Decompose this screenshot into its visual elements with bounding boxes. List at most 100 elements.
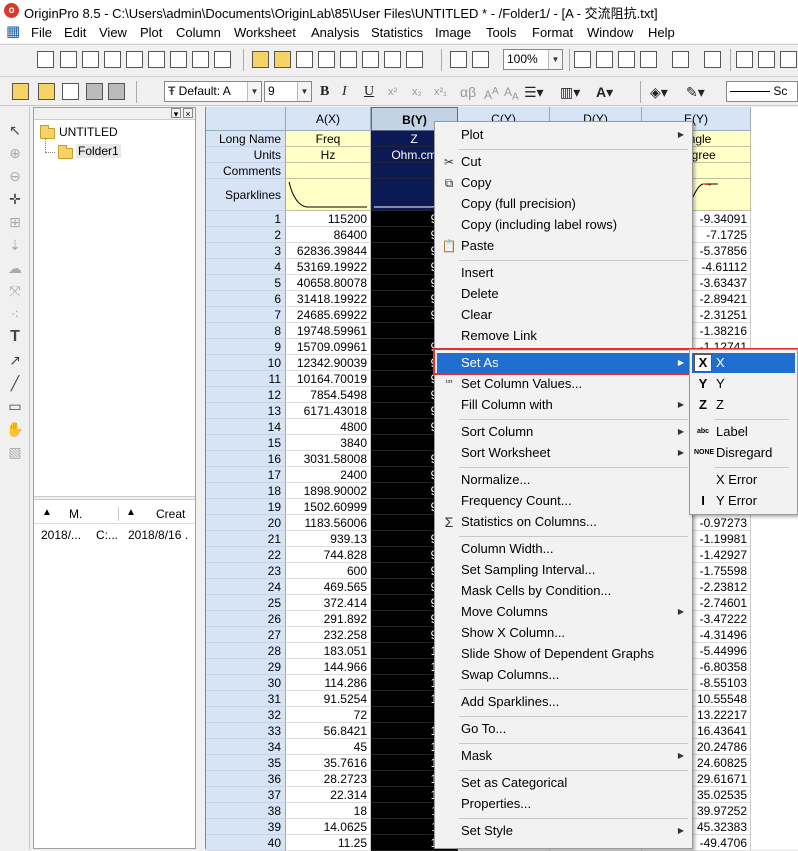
- menu-item-cut[interactable]: ✂ Cut: [437, 152, 690, 172]
- supsubscript-icon[interactable]: x²₁: [434, 83, 447, 101]
- cell-a[interactable]: 1502.60999: [286, 499, 371, 515]
- font-color-icon[interactable]: A▾: [596, 83, 613, 101]
- fill-color-icon[interactable]: ◈▾: [650, 83, 668, 101]
- data-reader-icon[interactable]: [12, 83, 29, 100]
- row-number[interactable]: 19: [206, 499, 286, 515]
- new-layout-icon[interactable]: [148, 51, 165, 68]
- menu-item-sort-worksheet[interactable]: Sort Worksheet ▶: [437, 443, 690, 463]
- label-row-header[interactable]: Sparklines: [206, 179, 286, 211]
- set-as-z[interactable]: ZZ: [692, 395, 795, 415]
- set-as-disregard[interactable]: NONE Disregard: [692, 443, 795, 463]
- row-number[interactable]: 31: [206, 691, 286, 707]
- line-style-select[interactable]: Sc: [726, 81, 798, 102]
- menu-view[interactable]: View: [99, 25, 127, 40]
- row-number[interactable]: 10: [206, 355, 286, 371]
- row-number[interactable]: 16: [206, 451, 286, 467]
- row-number[interactable]: 26: [206, 611, 286, 627]
- menu-item-statistics-on-columns[interactable]: Σ Statistics on Columns...: [437, 512, 690, 532]
- arrow-tool-icon[interactable]: ↗: [6, 351, 24, 369]
- hand-tool-icon[interactable]: ✋: [6, 420, 24, 438]
- code-builder-icon[interactable]: [736, 51, 753, 68]
- cell-a[interactable]: 1183.56006: [286, 515, 371, 531]
- region-icon[interactable]: ⤧: [6, 282, 24, 300]
- cell-a[interactable]: 24685.69922: [286, 307, 371, 323]
- mask-tool-icon[interactable]: [108, 83, 125, 100]
- row-number[interactable]: 18: [206, 483, 286, 499]
- increase-font-icon[interactable]: AA: [484, 83, 499, 104]
- row-number[interactable]: 13: [206, 403, 286, 419]
- cell-a[interactable]: 744.828: [286, 547, 371, 563]
- menu-item-move-columns[interactable]: Move Columns ▶: [437, 602, 690, 622]
- folder1-node[interactable]: Folder1: [76, 144, 121, 158]
- row-number[interactable]: 22: [206, 547, 286, 563]
- cell-a[interactable]: 15709.09961: [286, 339, 371, 355]
- menu-window[interactable]: Window: [587, 25, 633, 40]
- menu-item-paste[interactable]: 📋 Paste: [437, 236, 690, 256]
- marker-tool-icon[interactable]: [86, 83, 103, 100]
- row-number[interactable]: 15: [206, 435, 286, 451]
- row-number[interactable]: 6: [206, 291, 286, 307]
- row-number[interactable]: 23: [206, 563, 286, 579]
- row-number[interactable]: 21: [206, 531, 286, 547]
- menu-image[interactable]: Image: [435, 25, 471, 40]
- row-number[interactable]: 5: [206, 275, 286, 291]
- column-header[interactable]: A(X): [286, 107, 371, 131]
- row-number[interactable]: 30: [206, 675, 286, 691]
- cell-a[interactable]: 35.7616: [286, 755, 371, 771]
- zoom-in-icon[interactable]: ⊕: [6, 144, 24, 162]
- label-row-header[interactable]: Units: [206, 147, 286, 163]
- row-number[interactable]: 8: [206, 323, 286, 339]
- menu-item-show-x-column[interactable]: Show X Column...: [437, 623, 690, 643]
- duplicate-icon[interactable]: [472, 51, 489, 68]
- menu-item-frequency-count[interactable]: Frequency Count...: [437, 491, 690, 511]
- row-number[interactable]: 1: [206, 211, 286, 227]
- menu-analysis[interactable]: Analysis: [311, 25, 359, 40]
- recalculate-icon[interactable]: [450, 51, 467, 68]
- row-number[interactable]: 25: [206, 595, 286, 611]
- pattern-icon[interactable]: ▥▾: [560, 83, 580, 101]
- more-tools-icon[interactable]: [780, 51, 797, 68]
- open-template-icon[interactable]: [274, 51, 291, 68]
- worksheet-corner[interactable]: [206, 107, 286, 131]
- menu-item-clear[interactable]: Clear: [437, 305, 690, 325]
- bold-button[interactable]: B: [320, 83, 329, 101]
- cell-a[interactable]: 12342.90039: [286, 355, 371, 371]
- menu-item-sort-column[interactable]: Sort Column ▶: [437, 422, 690, 442]
- menu-column[interactable]: Column: [176, 25, 221, 40]
- save-template-icon[interactable]: [318, 51, 335, 68]
- label-cell[interactable]: Hz: [286, 147, 371, 163]
- new-project-icon[interactable]: [37, 51, 54, 68]
- cell-a[interactable]: 31418.19922: [286, 291, 371, 307]
- import-multiple-icon[interactable]: [384, 51, 401, 68]
- cell-a[interactable]: 232.258: [286, 627, 371, 643]
- row-number[interactable]: 33: [206, 723, 286, 739]
- pointer-icon[interactable]: ↖: [6, 121, 24, 139]
- line-color-icon[interactable]: ✎▾: [686, 83, 705, 101]
- menu-worksheet[interactable]: Worksheet: [234, 25, 296, 40]
- menu-statistics[interactable]: Statistics: [371, 25, 423, 40]
- cell-a[interactable]: 28.2723: [286, 771, 371, 787]
- menu-item-fill-column-with[interactable]: Fill Column with ▶: [437, 395, 690, 415]
- cell-a[interactable]: 3840: [286, 435, 371, 451]
- subscript-icon[interactable]: x₂: [412, 83, 422, 101]
- row-number[interactable]: 17: [206, 467, 286, 483]
- cell-a[interactable]: 91.5254: [286, 691, 371, 707]
- label-cell[interactable]: [286, 163, 371, 179]
- menu-item-set-as-categorical[interactable]: Set as Categorical: [437, 773, 690, 793]
- cell-a[interactable]: 6171.43018: [286, 403, 371, 419]
- new-graph-icon[interactable]: [104, 51, 121, 68]
- row-number[interactable]: 29: [206, 659, 286, 675]
- cell-a[interactable]: 18: [286, 803, 371, 819]
- label-row-header[interactable]: Comments: [206, 163, 286, 179]
- menu-help[interactable]: Help: [648, 25, 675, 40]
- cell-a[interactable]: 40658.80078: [286, 275, 371, 291]
- row-number[interactable]: 9: [206, 339, 286, 355]
- cell-a[interactable]: 45: [286, 739, 371, 755]
- row-number[interactable]: 34: [206, 739, 286, 755]
- menu-edit[interactable]: Edit: [64, 25, 86, 40]
- row-number[interactable]: 12: [206, 387, 286, 403]
- row-number[interactable]: 7: [206, 307, 286, 323]
- new-excel-icon[interactable]: [170, 51, 187, 68]
- row-number[interactable]: 11: [206, 371, 286, 387]
- row-number[interactable]: 38: [206, 803, 286, 819]
